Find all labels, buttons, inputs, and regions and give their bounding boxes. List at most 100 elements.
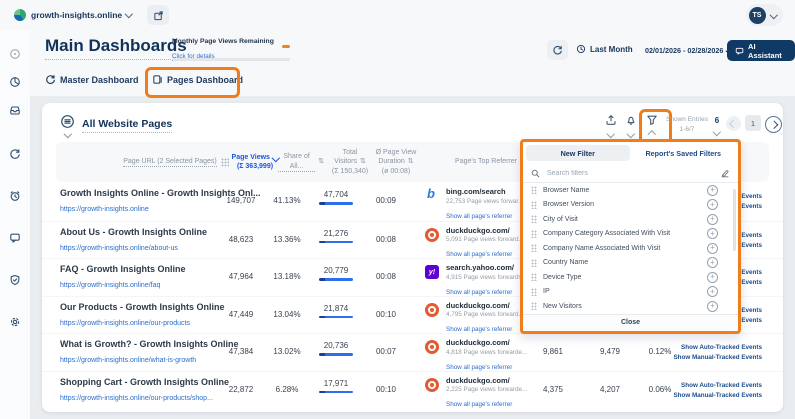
chevron-right-icon bbox=[770, 121, 778, 129]
drag-handle-icon[interactable] bbox=[531, 186, 537, 194]
add-filter-icon[interactable] bbox=[707, 301, 718, 312]
page-size-select[interactable]: 6 bbox=[710, 116, 724, 125]
current-page-indicator[interactable]: 1 bbox=[745, 115, 761, 131]
shown-entries: Shown Entries 1-6/7 bbox=[664, 115, 710, 135]
page-url-link[interactable]: https://growth-insights.online bbox=[60, 206, 149, 213]
chevron-up-icon[interactable] bbox=[648, 131, 656, 139]
filter-search-input[interactable] bbox=[545, 169, 715, 178]
site-selector-label[interactable]: growth-insights.online bbox=[31, 10, 122, 20]
filter-item[interactable]: Device Type bbox=[523, 270, 738, 285]
show-all-referrer-link[interactable]: Show all page's referrer bbox=[446, 326, 512, 333]
col-duration-line2: Duration bbox=[378, 157, 404, 166]
tab-master-dashboard[interactable]: Master Dashboard bbox=[45, 74, 139, 85]
add-filter-icon[interactable] bbox=[707, 243, 718, 254]
previous-page-button[interactable] bbox=[726, 116, 741, 131]
sidebar-item-web-analytics[interactable] bbox=[9, 148, 21, 160]
page-title: Main Dashboards bbox=[45, 36, 187, 60]
page-url-link[interactable]: https://growth-insights.online/our-produ… bbox=[60, 320, 190, 327]
add-filter-icon[interactable] bbox=[707, 286, 718, 297]
page-views-value: 149,707 bbox=[211, 196, 271, 205]
show-auto-tracked-events-link[interactable]: Show Auto-Tracked Events bbox=[673, 343, 762, 353]
tab-pages-dashboard[interactable]: Pages Dashboard bbox=[152, 74, 243, 85]
drag-handle-icon[interactable] bbox=[531, 215, 537, 223]
clear-filters-icon[interactable] bbox=[720, 168, 730, 178]
show-auto-tracked-events-link[interactable]: Show Auto-Tracked Events bbox=[673, 381, 762, 391]
filter-item[interactable]: Browser Version bbox=[523, 198, 738, 213]
filter-item[interactable]: IP bbox=[523, 285, 738, 300]
add-filter-icon[interactable] bbox=[707, 214, 718, 225]
alerts-button[interactable] bbox=[622, 114, 640, 128]
date-range-selector[interactable]: 02/01/2026 - 02/28/2026 bbox=[645, 46, 733, 55]
page-url-link[interactable]: https://growth-insights.online/faq bbox=[60, 282, 160, 289]
date-range-value: 02/01/2026 - 02/28/2026 bbox=[645, 46, 723, 55]
show-all-referrer-link[interactable]: Show all page's referrer bbox=[446, 289, 512, 296]
add-filter-icon[interactable] bbox=[707, 257, 718, 268]
sidebar-item-settings[interactable] bbox=[9, 316, 21, 328]
sidebar-item-communication[interactable] bbox=[9, 232, 21, 244]
chevron-down-icon[interactable] bbox=[627, 130, 635, 138]
col-page-views[interactable]: Page Views (Σ 363,999) bbox=[226, 142, 284, 182]
filter-item[interactable]: Browser Name bbox=[523, 183, 738, 198]
duckduckgo-icon bbox=[425, 340, 439, 354]
page-url-link[interactable]: https://growth-insights.online/about-us bbox=[60, 245, 178, 252]
page-url-link[interactable]: https://growth-insights.online/what-is-g… bbox=[60, 357, 196, 364]
drag-handle-icon[interactable] bbox=[531, 273, 537, 281]
chevron-down-icon[interactable] bbox=[713, 128, 721, 136]
sidebar-item-modules[interactable] bbox=[9, 104, 21, 116]
filter-item[interactable]: City of Visit bbox=[523, 212, 738, 227]
drag-handle-icon[interactable] bbox=[531, 230, 537, 238]
ai-assistant-button[interactable]: AI Assistant bbox=[727, 40, 795, 61]
period-selector[interactable]: Last Month bbox=[576, 44, 633, 54]
add-filter-icon[interactable] bbox=[707, 228, 718, 239]
chevron-down-icon[interactable] bbox=[607, 130, 615, 138]
show-all-referrer-link[interactable]: Show all page's referrer bbox=[446, 251, 512, 258]
drag-handle-icon[interactable] bbox=[531, 201, 537, 209]
refresh-button[interactable] bbox=[547, 40, 568, 60]
shown-entries-value: 1-6/7 bbox=[664, 125, 710, 135]
page-title-cell: FAQ - Growth Insights Online bbox=[60, 264, 215, 274]
filter-tab-saved[interactable]: Report's Saved Filters bbox=[632, 145, 736, 161]
sidebar-item-dashboards[interactable] bbox=[9, 76, 21, 88]
filter-tab-new[interactable]: New Filter bbox=[526, 145, 630, 161]
dashboard-icon bbox=[45, 74, 56, 85]
table-menu-icon[interactable] bbox=[60, 114, 75, 129]
chevron-down-icon[interactable] bbox=[64, 130, 72, 138]
col-duration[interactable]: Ø Page View Duration (ø 00:08) bbox=[370, 142, 422, 182]
show-manual-tracked-events-link[interactable]: Show Manual-Tracked Events bbox=[673, 391, 762, 401]
sidebar-item-privacy[interactable] bbox=[9, 274, 21, 286]
drag-handle-icon[interactable] bbox=[531, 244, 537, 252]
filter-item[interactable]: New Visitors bbox=[523, 299, 738, 314]
bell-icon bbox=[625, 114, 637, 126]
open-site-button[interactable] bbox=[147, 5, 169, 25]
export-button[interactable] bbox=[602, 114, 620, 128]
chevron-down-icon[interactable] bbox=[125, 10, 133, 18]
visitors-value: 20,736 bbox=[309, 341, 363, 350]
extra-metric-1: 4,375 bbox=[531, 385, 575, 394]
scrollbar[interactable] bbox=[733, 189, 736, 251]
filter-item-label: Country Name bbox=[543, 259, 588, 266]
show-all-referrer-link[interactable]: Show all page's referrer bbox=[446, 213, 512, 220]
show-manual-tracked-events-link[interactable]: Show Manual-Tracked Events bbox=[673, 353, 762, 363]
next-page-button[interactable] bbox=[765, 116, 782, 133]
page-url-link[interactable]: https://growth-insights.online/our-produ… bbox=[60, 395, 213, 402]
filter-item[interactable]: Company Category Associated With Visit bbox=[523, 227, 738, 242]
filter-close-button[interactable]: Close bbox=[523, 314, 738, 330]
yahoo-icon bbox=[425, 265, 439, 279]
drag-handle-icon[interactable] bbox=[531, 288, 537, 296]
add-filter-icon[interactable] bbox=[707, 185, 718, 196]
add-filter-icon[interactable] bbox=[707, 199, 718, 210]
filter-item[interactable]: Company Name Associated With Visit bbox=[523, 241, 738, 256]
drag-handle-icon[interactable] bbox=[531, 302, 537, 310]
filter-button[interactable] bbox=[643, 114, 661, 128]
filter-item[interactable]: Country Name bbox=[523, 256, 738, 271]
sidebar-item-behavior[interactable] bbox=[9, 190, 21, 202]
show-all-referrer-link[interactable]: Show all page's referrer bbox=[446, 401, 512, 408]
user-menu[interactable]: TS bbox=[746, 4, 784, 26]
page-views-value: 47,964 bbox=[211, 272, 271, 281]
show-all-referrer-link[interactable]: Show all page's referrer bbox=[446, 364, 512, 371]
page-views-value: 22,872 bbox=[211, 385, 271, 394]
drag-handle-icon[interactable] bbox=[531, 259, 537, 267]
add-filter-icon[interactable] bbox=[707, 272, 718, 283]
sidebar-item-overview[interactable] bbox=[9, 48, 21, 60]
visitors-value: 20,779 bbox=[309, 266, 363, 275]
